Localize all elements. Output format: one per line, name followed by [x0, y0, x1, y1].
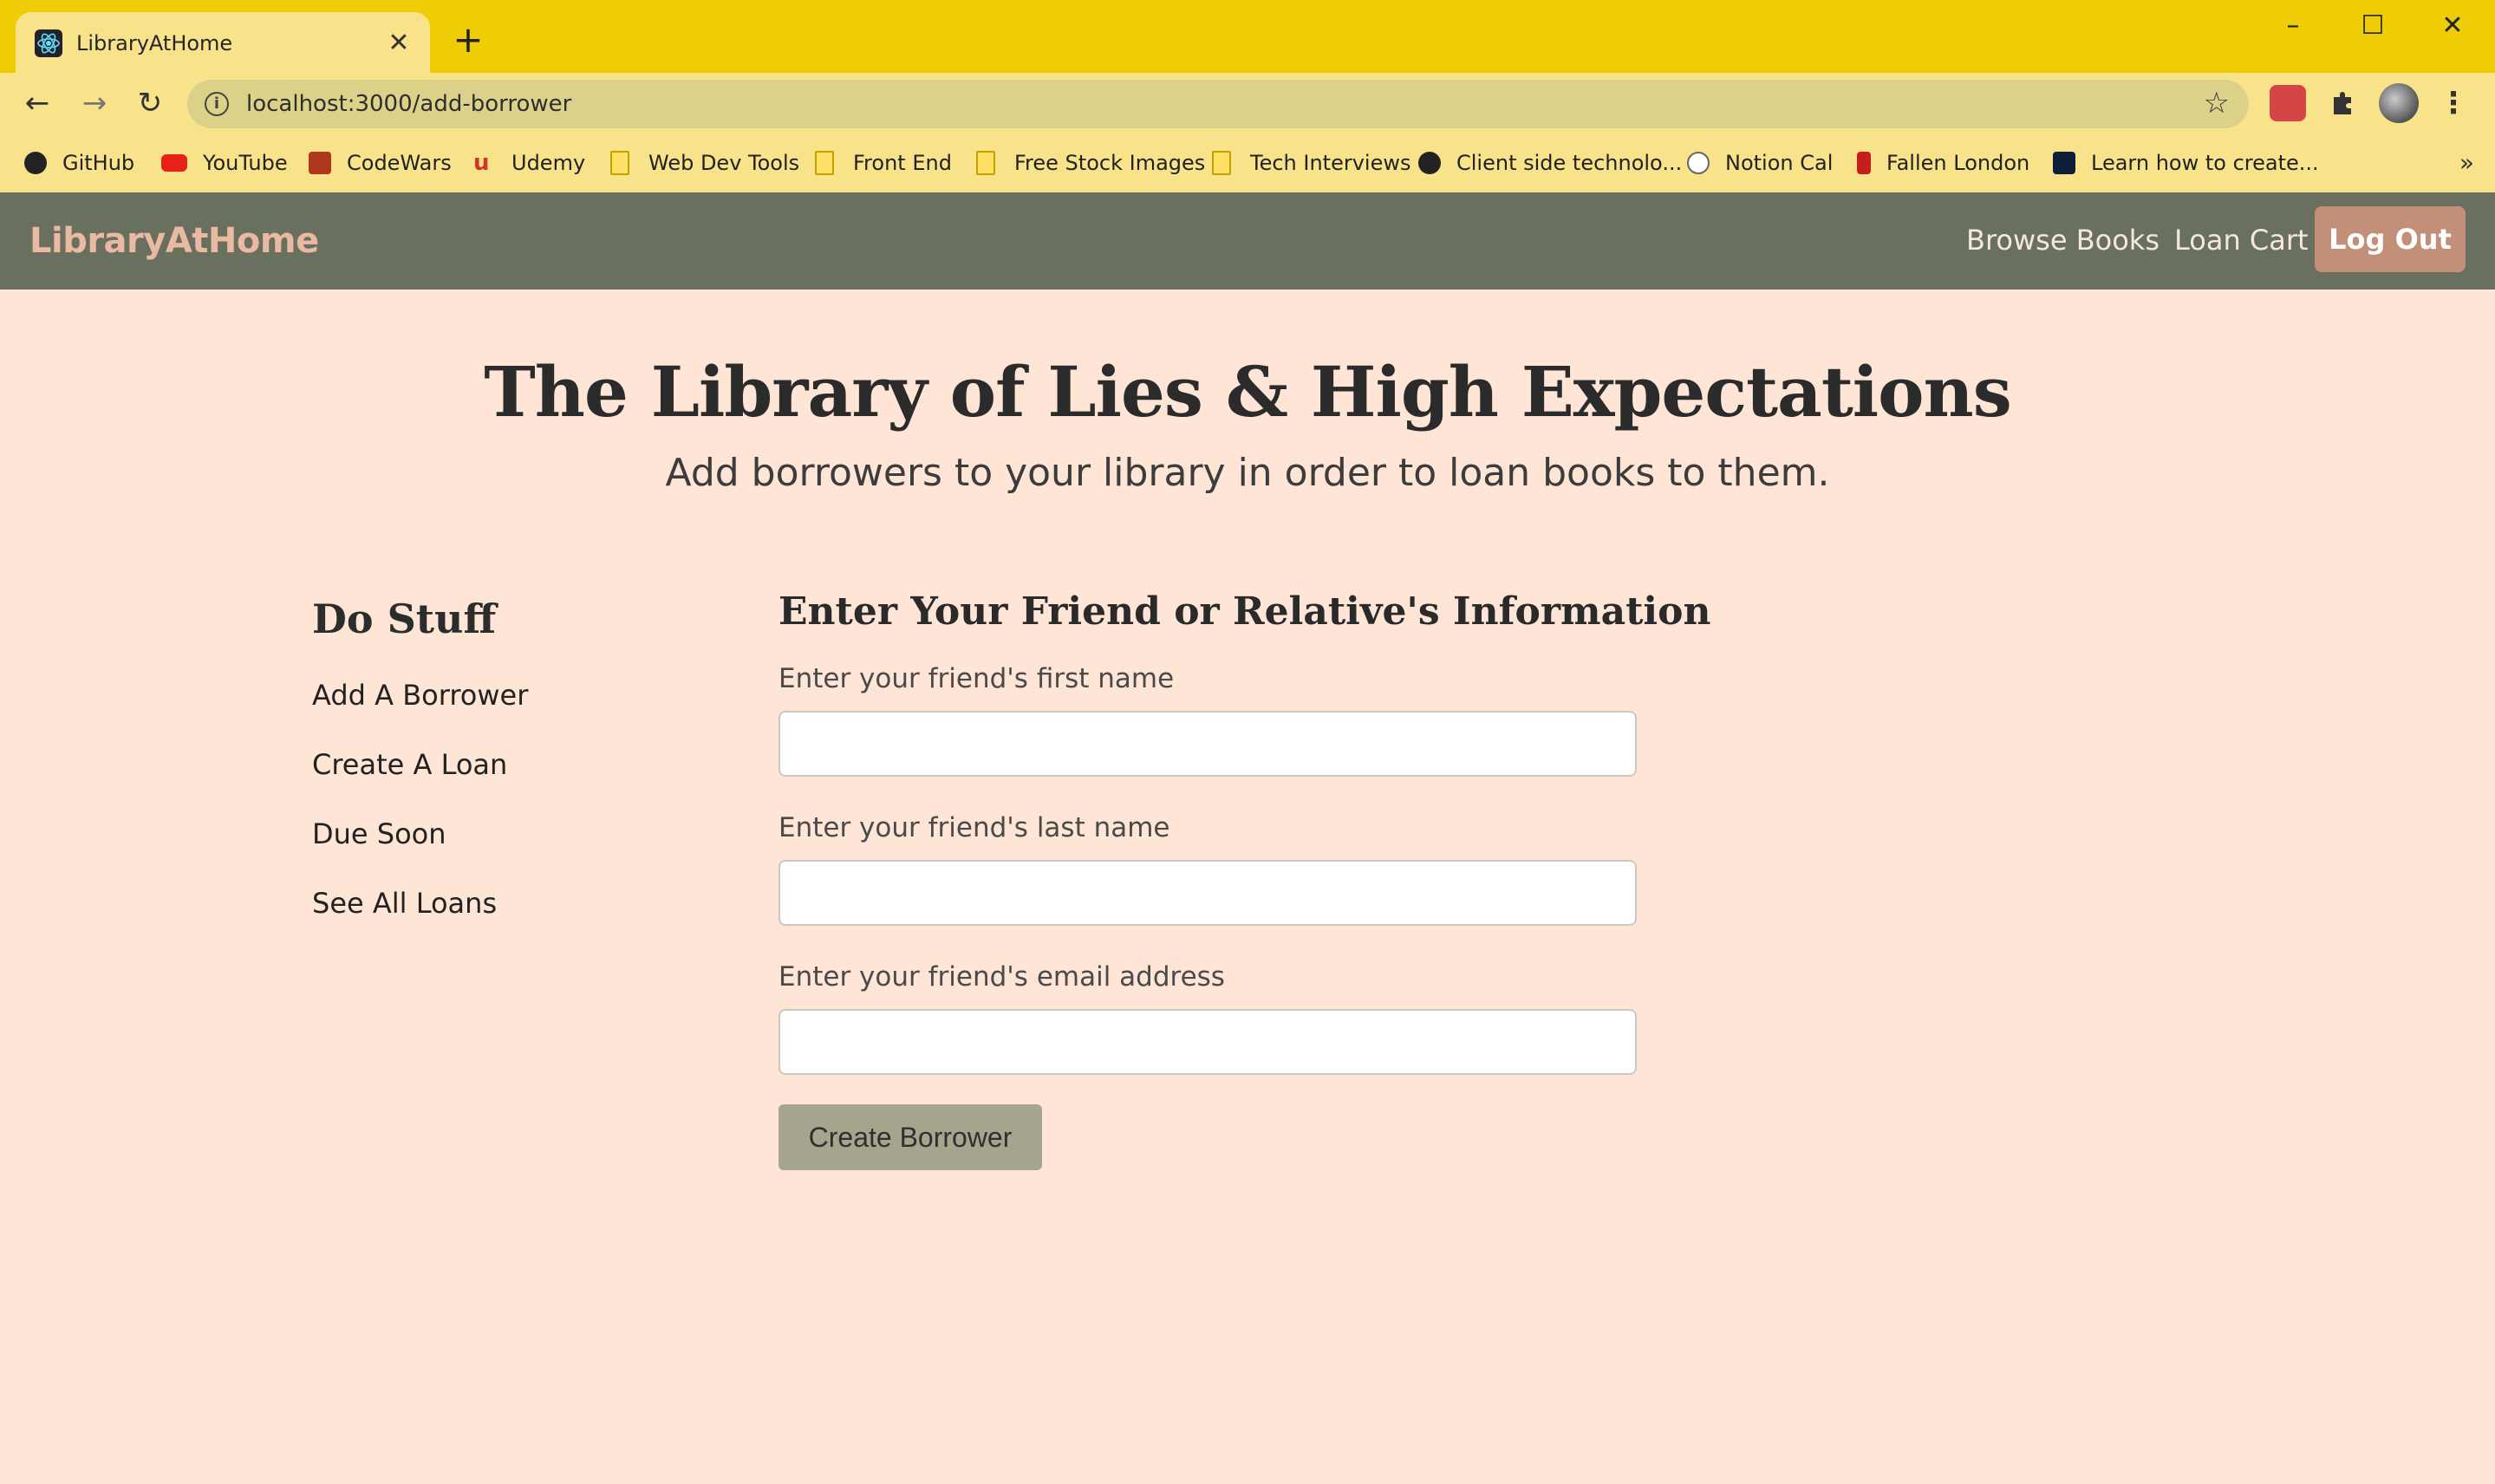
- form-title: Enter Your Friend or Relative's Informat…: [778, 589, 1711, 634]
- bookmark-star-icon[interactable]: ☆: [2204, 85, 2230, 121]
- browser-tab[interactable]: LibraryAtHome ✕: [16, 12, 430, 75]
- browser-menu-icon[interactable]: ⋮: [2438, 83, 2469, 123]
- bookmark-client-side[interactable]: Client side technolo...: [1418, 144, 1682, 182]
- bookmark-label: Tech Interviews: [1250, 151, 1411, 175]
- folder-icon: [1212, 151, 1231, 175]
- bookmarks-overflow-icon[interactable]: »: [2459, 144, 2474, 182]
- folder-icon: [610, 151, 629, 175]
- brand-logo[interactable]: LibraryAtHome: [29, 217, 319, 265]
- clock-icon: [1687, 152, 1710, 174]
- bookmark-label: Free Stock Images: [1014, 151, 1206, 175]
- nav-loan-cart[interactable]: Loan Cart: [2174, 220, 2309, 260]
- bookmark-front-end[interactable]: Front End: [815, 144, 952, 182]
- bookmark-label: Client side technolo...: [1456, 151, 1683, 175]
- last-name-label: Enter your friend's last name: [778, 812, 1170, 843]
- udemy-icon: u: [473, 150, 490, 176]
- bookmark-label: CodeWars: [347, 151, 452, 175]
- github-icon: [24, 152, 47, 174]
- folder-icon: [976, 151, 995, 175]
- bookmark-fallen-london[interactable]: Fallen London: [1857, 144, 2029, 182]
- bookmark-notion-cal[interactable]: Notion Cal: [1687, 144, 1833, 182]
- app-navbar: LibraryAtHome Browse Books Loan Cart Log…: [0, 192, 2495, 290]
- close-window-icon[interactable]: ✕: [2422, 7, 2483, 45]
- page-title: The Library of Lies & High Expectations: [484, 351, 2011, 433]
- github-icon: [1418, 152, 1441, 174]
- puzzle-icon[interactable]: [2325, 85, 2361, 121]
- nav-browse-books[interactable]: Browse Books: [1966, 220, 2160, 260]
- bookmark-label: Web Dev Tools: [648, 151, 800, 175]
- bookmark-udemy[interactable]: u Udemy: [473, 144, 585, 182]
- sidebar-item-due-soon[interactable]: Due Soon: [312, 815, 446, 853]
- bookmark-codewars[interactable]: CodeWars: [309, 144, 452, 182]
- bookmark-label: YouTube: [203, 151, 288, 175]
- address-bar[interactable]: i localhost:3000/add-borrower ☆: [187, 80, 2249, 128]
- browser-chrome: LibraryAtHome ✕ + – ☐ ✕ ← → ↻ i localhos…: [0, 0, 2495, 192]
- reload-icon[interactable]: ↻: [130, 83, 170, 123]
- first-name-input[interactable]: [778, 711, 1637, 777]
- bookmark-free-stock-images[interactable]: Free Stock Images: [976, 144, 1205, 182]
- forward-icon[interactable]: →: [75, 83, 114, 123]
- browser-toolbar: ← → ↻ i localhost:3000/add-borrower ☆ ⋮: [0, 73, 2495, 133]
- maximize-icon[interactable]: ☐: [2342, 7, 2403, 45]
- last-name-input[interactable]: [778, 860, 1637, 926]
- email-label: Enter your friend's email address: [778, 961, 1225, 993]
- react-icon: [35, 29, 62, 57]
- create-borrower-button[interactable]: Create Borrower: [778, 1104, 1042, 1170]
- new-tab-icon[interactable]: +: [451, 22, 485, 58]
- bookmark-label: Learn how to create...: [2091, 151, 2319, 175]
- page-subtitle: Add borrowers to your library in order t…: [665, 451, 1830, 495]
- url-text[interactable]: localhost:3000/add-borrower: [246, 88, 571, 120]
- logout-button[interactable]: Log Out: [2315, 206, 2466, 272]
- tab-title: LibraryAtHome: [76, 31, 233, 55]
- tab-strip: LibraryAtHome ✕ + – ☐ ✕: [0, 0, 2495, 75]
- bookmark-label: GitHub: [62, 151, 135, 175]
- bookmarks-bar: GitHub YouTube CodeWars u Udemy Web Dev …: [0, 133, 2495, 192]
- site-icon: [2053, 152, 2075, 174]
- codewars-icon: [309, 152, 331, 174]
- fallen-london-icon: [1857, 152, 1871, 174]
- youtube-icon: [161, 154, 187, 172]
- site-info-icon[interactable]: i: [205, 92, 229, 116]
- bookmark-youtube[interactable]: YouTube: [161, 144, 288, 182]
- folder-icon: [815, 151, 834, 175]
- bookmark-tech-interviews[interactable]: Tech Interviews: [1212, 144, 1410, 182]
- bookmark-label: Front End: [853, 151, 952, 175]
- close-tab-icon[interactable]: ✕: [383, 28, 414, 59]
- profile-avatar[interactable]: [2379, 83, 2419, 123]
- bookmark-web-dev-tools[interactable]: Web Dev Tools: [610, 144, 799, 182]
- sidebar-item-create-loan[interactable]: Create A Loan: [312, 745, 507, 784]
- bookmark-label: Notion Cal: [1725, 151, 1834, 175]
- bookmark-label: Fallen London: [1886, 151, 2030, 175]
- bookmark-learn-how[interactable]: Learn how to create...: [2053, 144, 2319, 182]
- bookmark-github[interactable]: GitHub: [24, 144, 134, 182]
- extension-icon[interactable]: [2270, 85, 2306, 121]
- email-input[interactable]: [778, 1009, 1637, 1075]
- back-icon[interactable]: ←: [17, 83, 57, 123]
- minimize-icon[interactable]: –: [2263, 7, 2323, 45]
- sidebar-title: Do Stuff: [312, 596, 497, 642]
- bookmark-label: Udemy: [511, 151, 586, 175]
- first-name-label: Enter your friend's first name: [778, 663, 1175, 694]
- sidebar-item-add-borrower[interactable]: Add A Borrower: [312, 676, 528, 714]
- sidebar-item-see-all-loans[interactable]: See All Loans: [312, 884, 497, 922]
